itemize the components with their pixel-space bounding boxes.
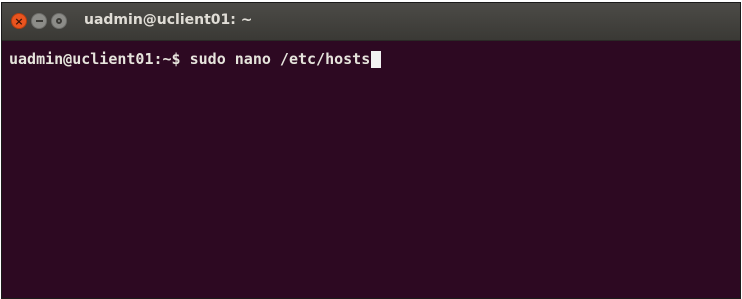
title-bar[interactable]: × uadmin@uclient01: ~ bbox=[2, 3, 740, 41]
minimize-button[interactable] bbox=[31, 13, 47, 29]
terminal-window: × uadmin@uclient01: ~ uadmin@uclient01:~… bbox=[1, 2, 741, 299]
terminal-area[interactable]: uadmin@uclient01:~$ sudo nano /etc/hosts bbox=[2, 41, 740, 298]
maximize-button[interactable] bbox=[51, 13, 67, 29]
command-line: uadmin@uclient01:~$ sudo nano /etc/hosts bbox=[9, 50, 740, 68]
typed-command: sudo nano /etc/hosts bbox=[189, 50, 371, 68]
window-title: uadmin@uclient01: ~ bbox=[84, 12, 253, 28]
text-cursor bbox=[371, 50, 382, 68]
close-icon: × bbox=[14, 14, 24, 28]
close-button[interactable]: × bbox=[11, 13, 27, 29]
shell-prompt: uadmin@uclient01:~$ bbox=[9, 50, 181, 68]
